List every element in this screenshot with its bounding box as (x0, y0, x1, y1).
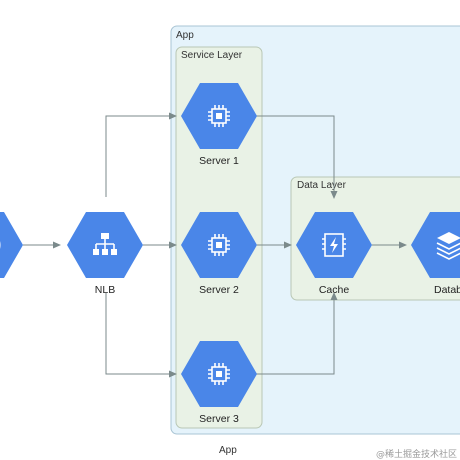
compute-chip-icon (208, 363, 230, 385)
edge-nlb-server3 (105, 293, 177, 378)
compute-chip-icon (208, 105, 230, 127)
nlb-node[interactable]: NLB (67, 212, 143, 296)
architecture-diagram: App Service Layer Data Layer NLB Server … (0, 25, 460, 460)
data-layer-label: Data Layer (297, 180, 347, 191)
compute-chip-icon (208, 234, 230, 256)
client-node[interactable] (0, 212, 23, 278)
edge-nlb-server1 (105, 112, 177, 197)
server3-label: Server 3 (199, 413, 239, 425)
service-layer-label: Service Layer (181, 50, 243, 61)
database-label: Databa (434, 284, 460, 296)
app-cluster-label: App (176, 30, 194, 41)
client-hexagon (0, 212, 23, 278)
server1-label: Server 1 (199, 155, 239, 167)
diagram-caption: App (219, 445, 237, 456)
server2-label: Server 2 (199, 284, 239, 296)
cache-label: Cache (319, 284, 350, 296)
nlb-label: NLB (95, 284, 115, 296)
watermark: @稀土掘金技术社区 (376, 448, 457, 460)
